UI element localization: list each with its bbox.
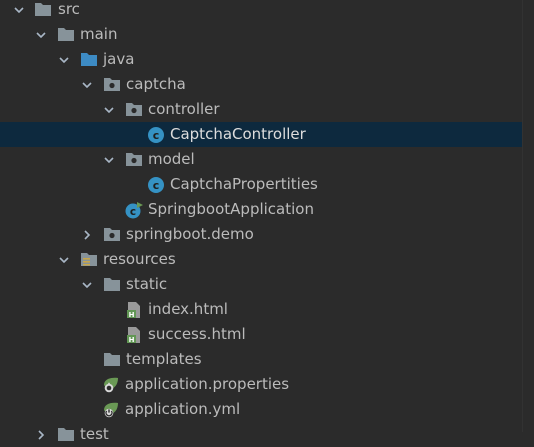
spring-properties-icon bbox=[101, 376, 119, 393]
tree-item-label: CaptchaController bbox=[170, 125, 306, 143]
chevron-down-icon[interactable] bbox=[57, 47, 71, 72]
chevron-down-icon[interactable] bbox=[80, 272, 94, 297]
package-icon bbox=[125, 151, 143, 168]
folder-icon bbox=[57, 26, 75, 43]
svg-text:H: H bbox=[129, 336, 135, 344]
svg-text:c: c bbox=[153, 179, 160, 192]
tree-item-test[interactable]: test bbox=[0, 422, 522, 447]
tree-item-label: success.html bbox=[148, 325, 246, 343]
tree-item-application-yml[interactable]: application.yml bbox=[0, 397, 522, 422]
tree-item-label: model bbox=[148, 150, 195, 168]
tree-item-controller[interactable]: controller bbox=[0, 97, 522, 122]
folder-icon bbox=[57, 426, 75, 443]
spring-yml-icon bbox=[101, 401, 119, 418]
chevron-down-icon[interactable] bbox=[102, 97, 116, 122]
tree-item-label: main bbox=[80, 25, 118, 43]
html-file-icon: H bbox=[125, 326, 143, 344]
tree-item-captcha-controller[interactable]: c CaptchaController bbox=[0, 122, 522, 147]
spring-boot-class-icon: c bbox=[124, 201, 143, 219]
package-icon bbox=[103, 76, 121, 93]
folder-icon bbox=[103, 351, 121, 368]
package-icon bbox=[103, 226, 121, 243]
tree-item-index-html[interactable]: H index.html bbox=[0, 297, 522, 322]
tree-item-label: test bbox=[80, 425, 109, 443]
chevron-down-icon[interactable] bbox=[34, 22, 48, 47]
java-class-icon: c bbox=[147, 126, 165, 143]
tree-item-springboot-application[interactable]: c SpringbootApplication bbox=[0, 197, 522, 222]
tree-item-src[interactable]: src bbox=[0, 0, 522, 22]
svg-text:c: c bbox=[153, 129, 160, 142]
tree-item-label: src bbox=[58, 0, 80, 18]
tree-item-captcha[interactable]: captcha bbox=[0, 72, 522, 97]
tree-item-label: index.html bbox=[148, 300, 228, 318]
tree-item-java[interactable]: java bbox=[0, 47, 522, 72]
tree-item-templates[interactable]: templates bbox=[0, 347, 522, 372]
chevron-down-icon[interactable] bbox=[102, 147, 116, 172]
tree-item-label: springboot.demo bbox=[126, 225, 254, 243]
svg-text:c: c bbox=[130, 206, 136, 218]
svg-text:H: H bbox=[129, 311, 135, 319]
tree-item-main[interactable]: main bbox=[0, 22, 522, 47]
folder-icon bbox=[34, 1, 52, 18]
tree-item-label: static bbox=[126, 275, 168, 293]
tree-item-captcha-propertities[interactable]: c CaptchaPropertities bbox=[0, 172, 522, 197]
tree-item-label: java bbox=[103, 50, 135, 68]
tree-item-resources[interactable]: resources bbox=[0, 247, 522, 272]
tree-item-label: resources bbox=[103, 250, 176, 268]
chevron-down-icon[interactable] bbox=[80, 72, 94, 97]
source-root-folder-icon bbox=[80, 51, 98, 68]
tree-item-label: controller bbox=[148, 100, 220, 118]
chevron-down-icon[interactable] bbox=[57, 247, 71, 272]
resources-folder-icon bbox=[80, 251, 98, 268]
java-class-icon: c bbox=[147, 176, 165, 193]
chevron-right-icon[interactable] bbox=[34, 422, 48, 447]
project-tree: src main java captcha controller c Captc… bbox=[0, 0, 534, 443]
tree-item-label: application.yml bbox=[125, 400, 241, 418]
package-icon bbox=[125, 101, 143, 118]
tree-item-label: CaptchaPropertities bbox=[170, 175, 318, 193]
tree-item-success-html[interactable]: H success.html bbox=[0, 322, 522, 347]
tree-item-label: SpringbootApplication bbox=[148, 200, 314, 218]
tree-item-application-properties[interactable]: application.properties bbox=[0, 372, 522, 397]
tree-item-model[interactable]: model bbox=[0, 147, 522, 172]
folder-icon bbox=[103, 276, 121, 293]
chevron-right-icon[interactable] bbox=[80, 222, 94, 247]
vertical-scrollbar[interactable] bbox=[522, 0, 534, 432]
tree-item-label: captcha bbox=[126, 75, 186, 93]
chevron-down-icon[interactable] bbox=[12, 0, 26, 22]
tree-item-springboot-demo[interactable]: springboot.demo bbox=[0, 222, 522, 247]
tree-item-label: templates bbox=[126, 350, 202, 368]
tree-item-label: application.properties bbox=[125, 375, 290, 393]
html-file-icon: H bbox=[125, 301, 143, 319]
tree-item-static[interactable]: static bbox=[0, 272, 522, 297]
